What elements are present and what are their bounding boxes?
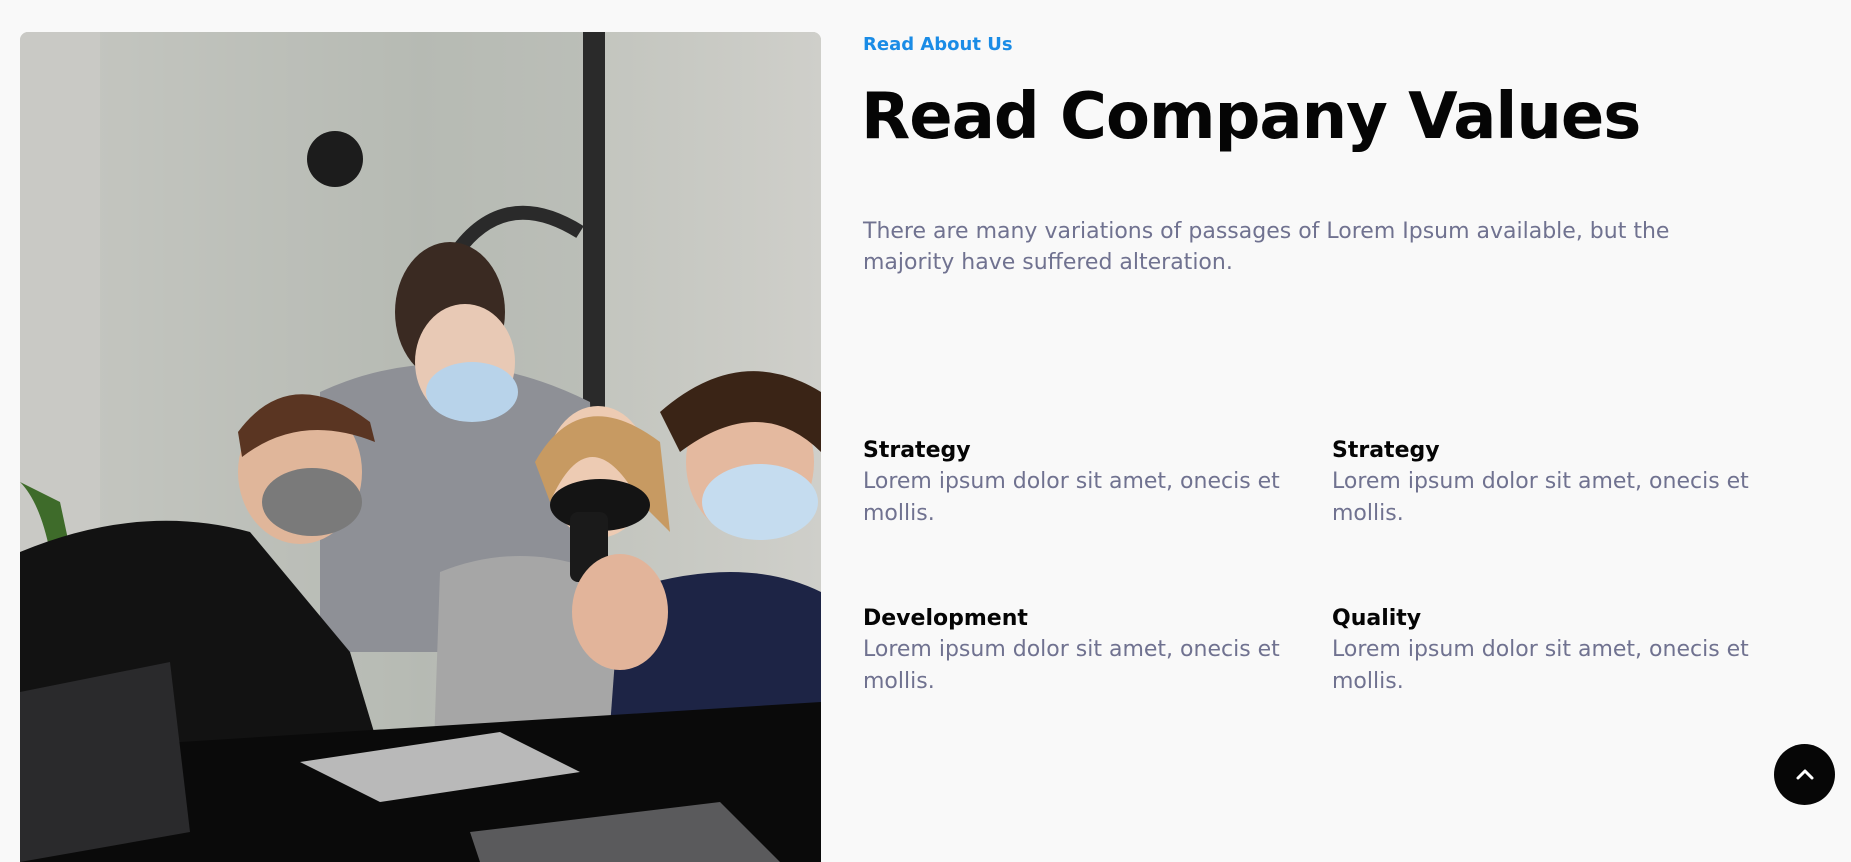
feature-title: Development xyxy=(863,606,1028,631)
team-photo-illustration xyxy=(20,32,821,862)
feature-text: Lorem ipsum dolor sit amet, onecis et mo… xyxy=(863,469,1280,526)
feature-development: Development Lorem ipsum dolor sit amet, … xyxy=(863,604,1283,698)
team-photo xyxy=(20,32,821,862)
feature-title: Strategy xyxy=(1332,438,1440,463)
section-title: Read Company Values xyxy=(861,80,1641,154)
feature-text: Lorem ipsum dolor sit amet, onecis et mo… xyxy=(1332,469,1749,526)
section-lead: There are many variations of passages of… xyxy=(863,219,1670,275)
chevron-up-icon xyxy=(1796,769,1813,779)
feature-text: Lorem ipsum dolor sit amet, onecis et mo… xyxy=(1332,637,1749,694)
feature-strategy: Strategy Lorem ipsum dolor sit amet, one… xyxy=(863,436,1283,530)
scroll-to-top-button[interactable] xyxy=(1774,744,1835,805)
section-eyebrow-link[interactable]: Read About Us xyxy=(863,34,1013,55)
feature-strategy-2: Strategy Lorem ipsum dolor sit amet, one… xyxy=(1332,436,1752,530)
feature-title: Quality xyxy=(1332,606,1422,631)
feature-text: Lorem ipsum dolor sit amet, onecis et mo… xyxy=(863,637,1280,694)
feature-title: Strategy xyxy=(863,438,971,463)
feature-quality: Quality Lorem ipsum dolor sit amet, onec… xyxy=(1332,604,1752,698)
